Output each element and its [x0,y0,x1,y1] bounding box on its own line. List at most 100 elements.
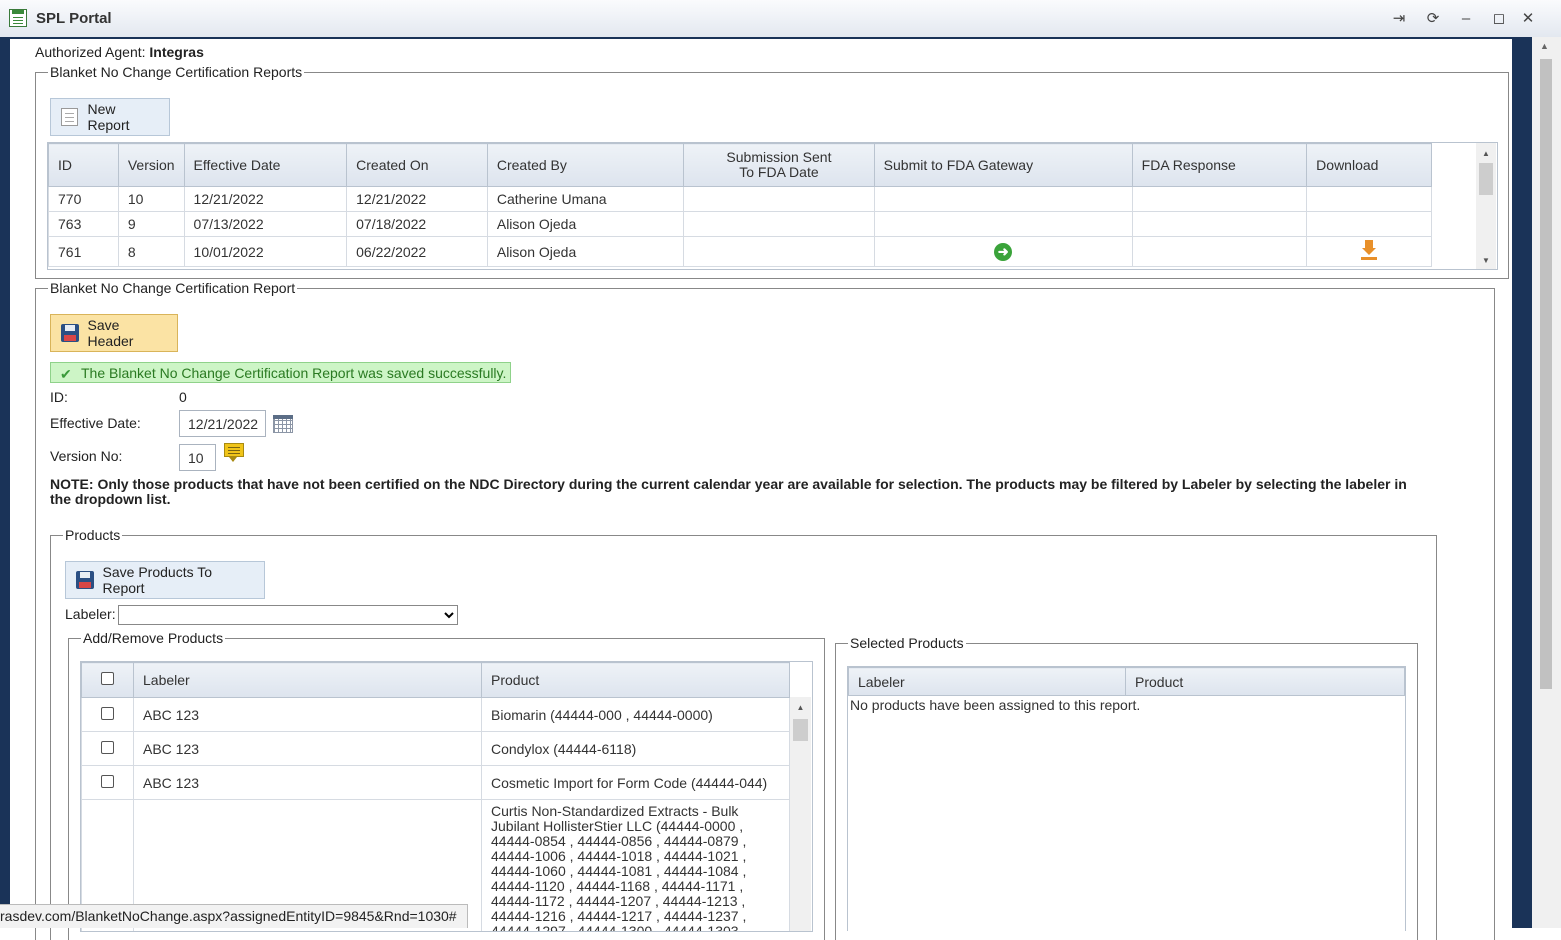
table-row[interactable]: 763 9 07/13/2022 07/18/2022 Alison Ojeda [48,211,1432,237]
cell-created-by: Alison Ojeda [486,211,685,237]
cell-id: 761 [48,236,119,267]
cell-created-by: Alison Ojeda [486,236,685,267]
col-submit-fda[interactable]: Submit to FDA Gateway [873,143,1133,187]
reports-legend: Blanket No Change Certification Reports [50,64,303,80]
version-label: Version No: [50,448,123,464]
select-all-cell [81,662,134,698]
table-row[interactable]: ABC 123 Biomarin (44444-000 , 44444-0000… [81,697,790,732]
col-version[interactable]: Version [117,143,185,187]
col-id[interactable]: ID [48,143,119,187]
cell-created-by: Catherine Umana [486,186,685,212]
col-selected-labeler[interactable]: Labeler [848,667,1126,696]
selected-products-legend: Selected Products [850,635,964,651]
authorized-agent: Authorized Agent: Integras [35,44,204,60]
effective-date-input[interactable]: 12/21/2022 [179,410,266,437]
cell-effective-date: 12/21/2022 [183,186,348,212]
cell-effective-date: 07/13/2022 [183,211,348,237]
new-report-label: New Report [87,101,130,133]
go-arrow-icon[interactable]: ➜ [994,242,1013,261]
success-message-text: The Blanket No Change Certification Repo… [81,365,507,381]
col-labeler[interactable]: Labeler [133,662,482,698]
selected-header-row: Labeler Product [848,667,1405,696]
reports-header-row: ID Version Effective Date Created On Cre… [48,143,1432,187]
row-checkbox[interactable] [101,706,114,720]
labeler-label: Labeler: [65,606,116,622]
cell-submission-sent [683,236,875,267]
cell-download [1306,236,1432,267]
close-icon[interactable]: ✕ [1517,8,1539,30]
app-document-icon [9,9,27,27]
save-disk-icon [76,571,94,589]
cell-created-on: 06/22/2022 [346,236,488,267]
id-value: 0 [179,389,187,405]
scroll-up-arrow-icon[interactable]: ▲ [790,703,811,712]
col-product[interactable]: Product [481,662,790,698]
products-legend: Products [65,527,121,543]
table-row[interactable]: ABC 123 Cosmetic Import for Form Code (4… [81,765,790,800]
page-scrollbar-thumb[interactable] [1540,59,1552,689]
add-remove-scrollbar[interactable]: ▲ [790,697,811,931]
col-submission-sent[interactable]: Submission Sent To FDA Date [683,143,875,187]
status-bar-url: rasdev.com/BlanketNoChange.aspx?assigned… [0,904,468,928]
cell-created-on: 12/21/2022 [346,186,488,212]
reports-scrollbar-thumb[interactable] [1479,163,1493,195]
col-fda-response[interactable]: FDA Response [1131,143,1308,187]
cell-fda-response [1131,186,1308,212]
check-icon: ✔ [60,366,72,382]
add-remove-legend: Add/Remove Products [83,630,224,646]
selection-note: NOTE: Only those products that have not … [50,476,1407,507]
select-all-checkbox[interactable] [101,672,114,685]
col-created-by[interactable]: Created By [486,143,685,187]
reports-grid: ID Version Effective Date Created On Cre… [47,142,1498,270]
labeler-select[interactable] [118,605,458,625]
save-products-button[interactable]: Save Products To Report [65,561,265,599]
window-title: SPL Portal [36,10,112,27]
add-remove-scrollbar-thumb[interactable] [793,719,808,741]
authorized-agent-name: Integras [149,44,204,60]
scroll-down-arrow-icon[interactable]: ▼ [1476,256,1496,265]
col-effective-date[interactable]: Effective Date [183,143,348,187]
cell-version: 9 [117,211,185,237]
col-created-on[interactable]: Created On [346,143,488,187]
cell-product: Curtis Non-Standardized Extracts - Bulk … [481,799,790,931]
table-row[interactable]: 761 8 10/01/2022 06/22/2022 Alison Ojeda… [48,236,1432,267]
add-remove-grid: Labeler Product ABC 123 Biomarin (44444-… [80,661,813,932]
download-icon[interactable] [1360,240,1378,260]
save-header-button[interactable]: Save Header [50,314,178,352]
cell-submission-sent [683,211,875,237]
maximize-icon[interactable]: ◻ [1488,8,1510,30]
calendar-icon[interactable] [273,415,293,433]
col-download[interactable]: Download [1306,143,1432,187]
table-row[interactable]: 770 10 12/21/2022 12/21/2022 Catherine U… [48,186,1432,212]
authorized-agent-label: Authorized Agent: [35,44,146,60]
cell-submit-fda: ➜ [873,236,1133,267]
selected-products-table: Labeler Product [848,667,1405,696]
row-checkbox[interactable] [101,774,114,788]
refresh-icon[interactable]: ⟳ [1422,8,1444,30]
table-row[interactable]: ABC 123 Condylox (44444-6118) [81,731,790,766]
comment-icon[interactable] [224,443,244,462]
page-scrollbar[interactable]: ▲ [1532,37,1561,928]
version-input[interactable]: 10 [179,444,216,471]
scroll-up-arrow-icon[interactable]: ▲ [1540,41,1549,51]
cell-effective-date: 10/01/2022 [183,236,348,267]
cell-created-on: 07/18/2022 [346,211,488,237]
cell-id: 763 [48,211,119,237]
cell-submission-sent [683,186,875,212]
pin-icon[interactable]: ⇥ [1388,8,1410,30]
frame-left [0,37,10,928]
row-select-cell [81,697,134,732]
cell-labeler: ABC 123 [133,697,482,732]
scroll-up-arrow-icon[interactable]: ▲ [1476,149,1496,158]
col-selected-product[interactable]: Product [1125,667,1405,696]
new-report-button[interactable]: New Report [50,98,170,136]
row-select-cell [81,765,134,800]
id-label: ID: [50,389,68,405]
cell-submit-fda [873,186,1133,212]
minimize-icon[interactable]: – [1455,8,1477,30]
reports-scrollbar[interactable]: ▲ ▼ [1476,143,1496,269]
empty-selection-message: No products have been assigned to this r… [850,697,1141,713]
success-message: ✔ The Blanket No Change Certification Re… [50,362,512,383]
row-checkbox[interactable] [101,740,114,754]
save-products-label: Save Products To Report [102,564,213,596]
